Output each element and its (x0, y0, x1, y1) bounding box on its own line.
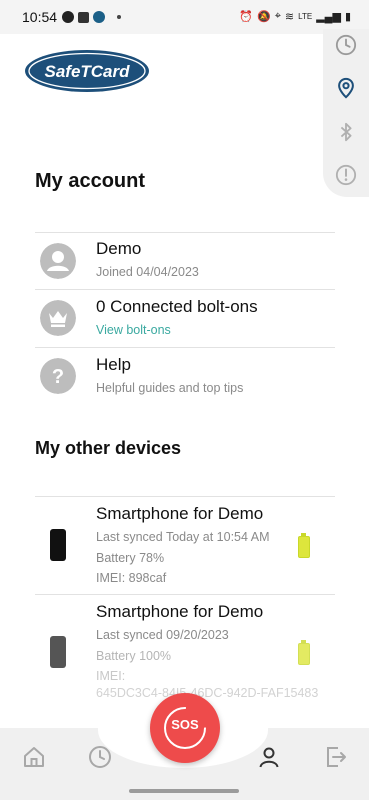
home-indicator[interactable] (129, 789, 239, 793)
profile-joined: Joined 04/04/2023 (96, 265, 199, 279)
battery-level-icon (298, 533, 310, 558)
status-bar: 10:54 ⏰ 🔕 ⌖ ≋ LTE ▂▄▆ ▮ (0, 0, 369, 34)
app-notification-icon (93, 11, 105, 23)
system-icons: ⏰ 🔕 ⌖ ≋ LTE ▂▄▆ ▮ (239, 10, 351, 23)
smartphone-icon (50, 636, 66, 668)
home-icon[interactable] (22, 745, 46, 769)
divider (35, 232, 335, 233)
side-panel (323, 29, 369, 197)
logout-icon[interactable] (324, 745, 348, 769)
device-imei-label: IMEI: (96, 669, 126, 683)
device-battery: Battery 78% (96, 551, 165, 565)
device-battery: Battery 100% (96, 649, 172, 663)
network-type: LTE (298, 12, 313, 21)
device-last-synced: Last synced 09/20/2023 (96, 628, 229, 642)
notification-icons (62, 11, 121, 23)
divider (35, 594, 335, 595)
device-imei: IMEI: 898caf (96, 571, 167, 585)
account-icon[interactable] (257, 745, 281, 769)
sos-button[interactable]: SOS (150, 693, 220, 763)
smartphone-icon (50, 529, 66, 561)
location-icon: ⌖ (274, 10, 281, 22)
alert-icon[interactable] (335, 164, 357, 186)
view-boltons-link[interactable]: View bolt-ons (96, 323, 171, 337)
alarm-icon: ⏰ (239, 11, 254, 23)
device-imei: 645DC3C4-84I5-46DC-942D-FAF15483 (96, 686, 319, 700)
battery-status-icon: ▮ (344, 11, 351, 23)
boltons-title: 0 Connected bolt-ons (96, 297, 258, 316)
status-time: 10:54 (22, 9, 58, 25)
divider (35, 347, 335, 348)
avatar-icon (40, 243, 76, 279)
safetcard-logo: SafeTCard (25, 50, 149, 92)
image-icon (78, 11, 89, 23)
clock-icon[interactable] (335, 34, 357, 56)
location-pin-icon[interactable] (335, 77, 357, 99)
record-icon (62, 11, 74, 23)
help-title: Help (96, 355, 131, 374)
divider (35, 289, 335, 290)
my-other-devices-title: My other devices (35, 438, 182, 458)
sos-label: SOS (171, 717, 199, 732)
divider (35, 496, 335, 497)
wifi-icon: ≋ (284, 11, 295, 23)
help-icon: ? (40, 358, 76, 394)
profile-name: Demo (96, 239, 142, 258)
device-name: Smartphone for Demo (96, 602, 264, 621)
mute-icon: 🔕 (257, 11, 271, 23)
crown-icon (40, 300, 76, 336)
my-account-title: My account (35, 170, 146, 192)
svg-text:?: ? (52, 366, 64, 388)
bluetooth-icon[interactable] (335, 121, 357, 143)
device-name: Smartphone for Demo (96, 504, 264, 523)
help-subtitle: Helpful guides and top tips (96, 381, 244, 395)
signal-icon: ▂▄▆ (316, 11, 341, 23)
logo-text: SafeTCard (44, 62, 130, 81)
device-last-synced: Last synced Today at 10:54 AM (96, 530, 270, 544)
history-icon[interactable] (88, 745, 112, 769)
battery-level-icon (298, 640, 310, 665)
more-notifications-icon (117, 15, 121, 19)
